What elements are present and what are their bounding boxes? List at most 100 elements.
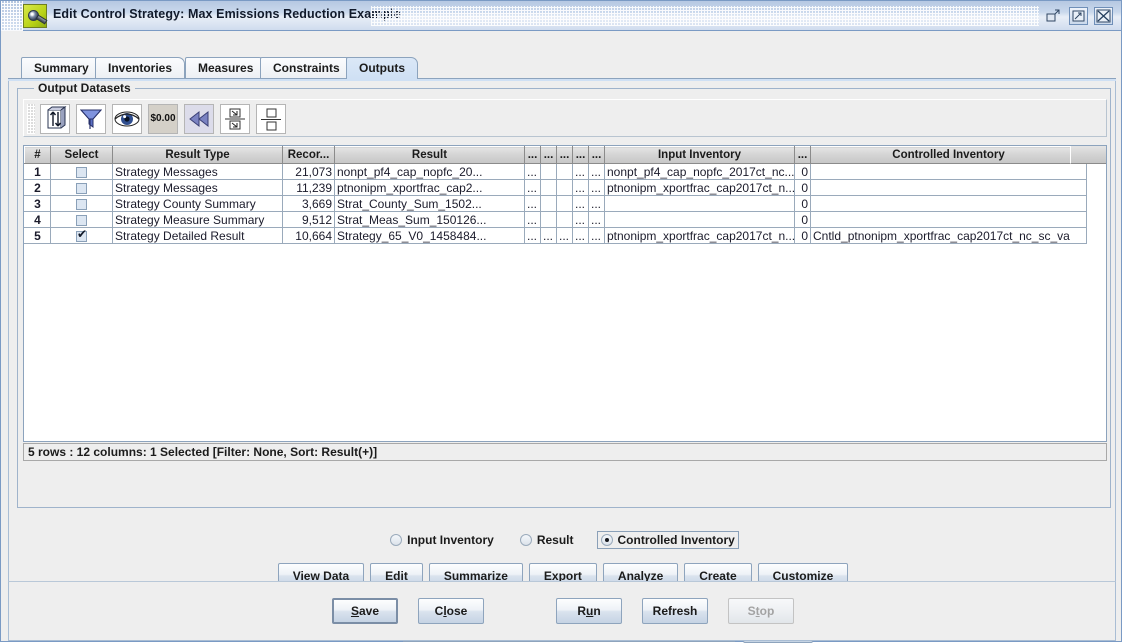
- row-number-cell[interactable]: 5: [25, 228, 51, 244]
- col-header-select[interactable]: Select: [51, 147, 113, 164]
- cell-input[interactable]: nonpt_pf4_cap_nopfc_2017ct_nc...: [605, 164, 795, 180]
- cell-c9[interactable]: ...: [573, 164, 589, 180]
- cell-c12[interactable]: 0: [795, 180, 811, 196]
- filter-funnel-icon[interactable]: [76, 104, 106, 134]
- cell-type[interactable]: Strategy Detailed Result: [113, 228, 283, 244]
- col-header-c6[interactable]: ...: [525, 147, 541, 164]
- col-header-c9[interactable]: ...: [573, 147, 589, 164]
- cell-c8[interactable]: [557, 196, 573, 212]
- cell-input[interactable]: [605, 212, 795, 228]
- select-checkbox-cell[interactable]: [51, 228, 113, 244]
- reset-rewind-icon[interactable]: [184, 104, 214, 134]
- col-header-c12[interactable]: ...: [795, 147, 811, 164]
- cell-records[interactable]: 10,664: [283, 228, 335, 244]
- checkbox-checked-icon[interactable]: [76, 231, 87, 242]
- cell-c10[interactable]: ...: [589, 228, 605, 244]
- cell-c7[interactable]: [541, 180, 557, 196]
- cell-c10[interactable]: ...: [589, 164, 605, 180]
- cell-type[interactable]: Strategy Messages: [113, 164, 283, 180]
- output-datasets-table[interactable]: # Select Result Type Recor... Result ...…: [23, 145, 1107, 442]
- table-row[interactable]: 2 Strategy Messages11,239 ptnonipm_xportfr…: [25, 180, 1087, 196]
- tab-bar[interactable]: Summary Inventories Measures Constraints…: [8, 57, 1116, 79]
- cell-c9[interactable]: ...: [573, 196, 589, 212]
- cell-result[interactable]: Strategy_65_V0_1458484...: [335, 228, 525, 244]
- cell-result[interactable]: Strat_Meas_Sum_150126...: [335, 212, 525, 228]
- cell-c6[interactable]: ...: [525, 212, 541, 228]
- cell-input[interactable]: ptnonipm_xportfrac_cap2017ct_n...: [605, 228, 795, 244]
- cell-records[interactable]: 9,512: [283, 212, 335, 228]
- cell-c10[interactable]: ...: [589, 212, 605, 228]
- cell-c12[interactable]: 0: [795, 196, 811, 212]
- cell-ctrl[interactable]: [811, 212, 1087, 228]
- cell-c12[interactable]: 0: [795, 164, 811, 180]
- col-header-input-inventory[interactable]: Input Inventory: [605, 147, 795, 164]
- toolbar-grip[interactable]: [27, 104, 35, 134]
- save-button[interactable]: Save: [332, 598, 398, 624]
- cell-c7[interactable]: ...: [541, 228, 557, 244]
- cell-ctrl[interactable]: Cntld_ptnonipm_xportfrac_cap2017ct_nc_sc…: [811, 228, 1087, 244]
- cell-c7[interactable]: [541, 196, 557, 212]
- cell-type[interactable]: Strategy Measure Summary: [113, 212, 283, 228]
- cell-c8[interactable]: [557, 164, 573, 180]
- select-checkbox-cell[interactable]: [51, 164, 113, 180]
- checkbox-unchecked-icon[interactable]: [76, 167, 87, 178]
- table-row[interactable]: 4 Strategy Measure Summary9,512Strat_Meas…: [25, 212, 1087, 228]
- restore-icon[interactable]: [1044, 7, 1063, 25]
- select-all-icon[interactable]: [220, 104, 250, 134]
- cell-c6[interactable]: ...: [525, 196, 541, 212]
- cell-c8[interactable]: [557, 180, 573, 196]
- cell-c6[interactable]: ...: [525, 180, 541, 196]
- cell-result[interactable]: nonpt_pf4_cap_nopfc_20...: [335, 164, 525, 180]
- cell-records[interactable]: 21,073: [283, 164, 335, 180]
- cell-c9[interactable]: ...: [573, 212, 589, 228]
- checkbox-unchecked-icon[interactable]: [76, 183, 87, 194]
- table-row[interactable]: 1Strategy Messages21,073nonpt_pf4_cap_no…: [25, 164, 1087, 180]
- cell-type[interactable]: Strategy Messages: [113, 180, 283, 196]
- cell-c9[interactable]: ...: [573, 180, 589, 196]
- col-header-records[interactable]: Recor...: [283, 147, 335, 164]
- maximize-icon[interactable]: [1069, 7, 1088, 25]
- col-header-result[interactable]: Result: [335, 147, 525, 164]
- cell-input[interactable]: ptnonipm_xportfrac_cap2017ct_n...: [605, 180, 795, 196]
- radio-controlled-inventory[interactable]: Controlled Inventory: [597, 531, 739, 549]
- col-header-c8[interactable]: ...: [557, 147, 573, 164]
- tab-summary[interactable]: Summary: [21, 57, 102, 79]
- row-number-cell[interactable]: 2: [25, 180, 51, 196]
- cell-records[interactable]: 11,239: [283, 180, 335, 196]
- col-header-c10[interactable]: ...: [589, 147, 605, 164]
- cell-records[interactable]: 3,669: [283, 196, 335, 212]
- refresh-button[interactable]: Refresh: [642, 598, 708, 624]
- cell-c8[interactable]: ...: [557, 228, 573, 244]
- radio-input-inventory[interactable]: Input Inventory: [387, 532, 497, 548]
- cell-c10[interactable]: ...: [589, 196, 605, 212]
- select-checkbox-cell[interactable]: [51, 180, 113, 196]
- cell-c7[interactable]: [541, 164, 557, 180]
- col-header-c7[interactable]: ...: [541, 147, 557, 164]
- cell-ctrl[interactable]: [811, 180, 1087, 196]
- cell-ctrl[interactable]: [811, 164, 1087, 180]
- row-number-cell[interactable]: 1: [25, 164, 51, 180]
- checkbox-unchecked-icon[interactable]: [76, 215, 87, 226]
- row-number-cell[interactable]: 3: [25, 196, 51, 212]
- sort-columns-icon[interactable]: [40, 104, 70, 134]
- checkbox-unchecked-icon[interactable]: [76, 199, 87, 210]
- select-checkbox-cell[interactable]: [51, 212, 113, 228]
- cell-c7[interactable]: [541, 212, 557, 228]
- row-number-cell[interactable]: 4: [25, 212, 51, 228]
- col-header-result-type[interactable]: Result Type: [113, 147, 283, 164]
- close-icon[interactable]: [1094, 7, 1113, 25]
- cell-type[interactable]: Strategy County Summary: [113, 196, 283, 212]
- clear-selection-icon[interactable]: [256, 104, 286, 134]
- col-header-rownum[interactable]: #: [25, 147, 51, 164]
- cell-c12[interactable]: 0: [795, 228, 811, 244]
- cell-c10[interactable]: ...: [589, 180, 605, 196]
- cell-result[interactable]: Strat_County_Sum_1502...: [335, 196, 525, 212]
- tab-inventories[interactable]: Inventories: [95, 57, 185, 79]
- radio-result[interactable]: Result: [517, 532, 577, 548]
- cell-c8[interactable]: [557, 212, 573, 228]
- table-row[interactable]: 3 Strategy County Summary3,669Strat_Count…: [25, 196, 1087, 212]
- cell-c9[interactable]: ...: [573, 228, 589, 244]
- col-header-controlled-inventory[interactable]: Controlled Inventory: [811, 147, 1087, 164]
- close-button[interactable]: Close: [418, 598, 484, 624]
- run-button[interactable]: Run: [556, 598, 622, 624]
